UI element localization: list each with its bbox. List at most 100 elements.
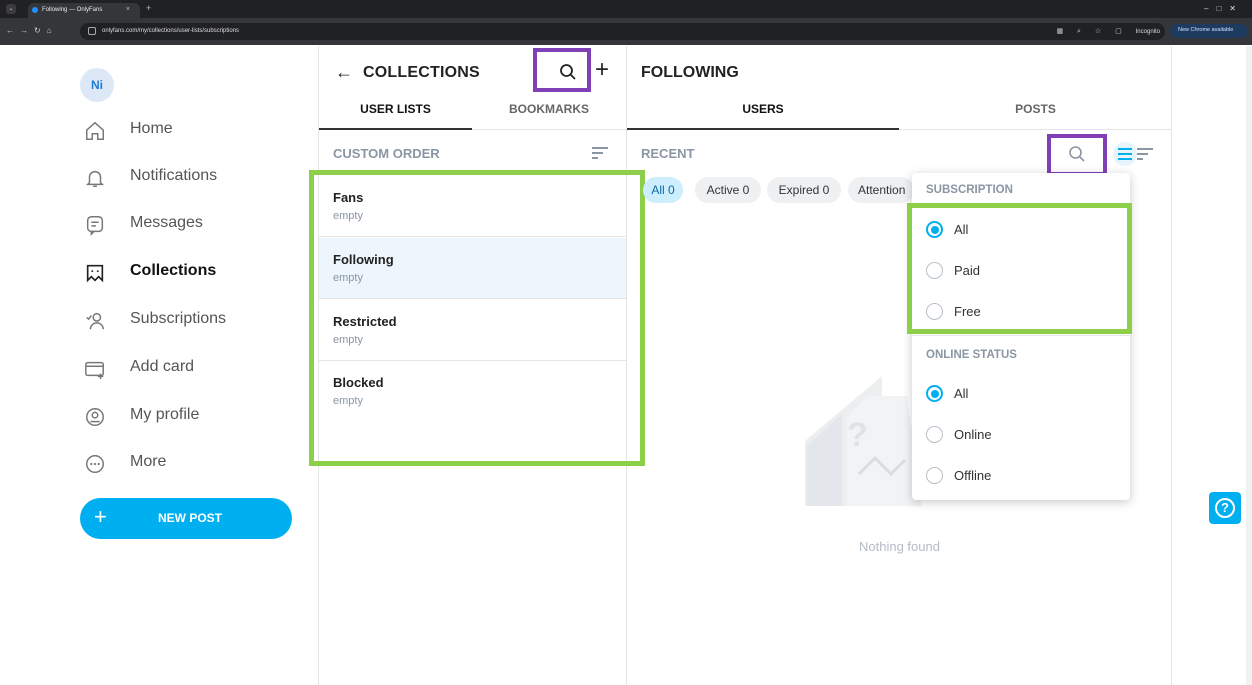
incognito-label: Incognito — [1135, 29, 1160, 35]
subscriptions-icon — [86, 312, 104, 330]
radio-button[interactable] — [926, 262, 943, 279]
radio-label: Offline — [954, 468, 992, 483]
tab-bar: ⌄ Following — OnlyFans × + –□✕ — [0, 0, 1252, 18]
list-status: empty — [333, 395, 363, 407]
custom-order-header: CUSTOM ORDER — [319, 131, 626, 175]
browser-tab[interactable]: Following — OnlyFans × — [28, 3, 140, 18]
radio-button[interactable] — [926, 467, 943, 484]
sidebar-item-notifications[interactable]: Notifications — [80, 163, 310, 193]
filter-chip-all[interactable]: All 0 — [643, 177, 683, 203]
site-info-icon[interactable] — [88, 27, 96, 35]
browser-chrome: ⌄ Following — OnlyFans × + –□✕ ←→↻⌂ only… — [0, 0, 1252, 45]
sidebar-item-label: Notifications — [130, 167, 218, 184]
tab-close-icon[interactable]: × — [126, 6, 130, 13]
tab-posts[interactable]: POSTS — [899, 102, 1172, 130]
add-list-button[interactable]: + — [595, 56, 609, 84]
card-icon — [85, 361, 104, 380]
back-arrow-icon[interactable]: ← — [335, 62, 353, 83]
radio-online-offline[interactable]: Offline — [926, 463, 1116, 489]
sidebar-item-home[interactable]: Home — [80, 116, 310, 146]
tab-users[interactable]: USERS — [627, 102, 899, 130]
profile-icon — [86, 408, 104, 426]
sort-label: CUSTOM ORDER — [333, 146, 440, 161]
collections-icon — [86, 264, 104, 283]
radio-button[interactable] — [926, 303, 943, 320]
new-post-button[interactable]: + NEW POST — [80, 498, 292, 539]
new-tab-button[interactable]: + — [146, 3, 151, 13]
tab-search-button[interactable]: ⌄ — [6, 4, 16, 14]
radio-label: Online — [954, 427, 992, 442]
new-post-label: NEW POST — [158, 511, 223, 525]
radio-subscription-paid[interactable]: Paid — [926, 258, 1116, 284]
dropdown-divider — [912, 335, 1130, 336]
list-item[interactable]: Blocked empty — [319, 361, 626, 422]
filter-icon[interactable] — [1113, 142, 1137, 166]
list-name: Following — [333, 252, 394, 267]
sidebar-item-add-card[interactable]: Add card — [80, 354, 310, 384]
list-name: Fans — [333, 190, 364, 205]
tab-user-lists[interactable]: USER LISTS — [319, 102, 472, 130]
address-bar-row: ←→↻⌂ onlyfans.com/my/collections/user-li… — [0, 18, 1252, 45]
toolbar-icons[interactable]: ▦ ⌕ ☆ ▢ Incognito — [1056, 27, 1160, 36]
nav-buttons[interactable]: ←→↻⌂ — [6, 26, 58, 35]
scrollbar[interactable] — [1246, 46, 1252, 685]
svg-text:?: ? — [847, 416, 868, 454]
sidebar-item-label: My profile — [130, 406, 200, 423]
home-icon — [86, 121, 104, 140]
subscription-heading: SUBSCRIPTION — [926, 184, 1013, 196]
following-tabs: USERS POSTS — [627, 102, 1172, 130]
sort-icon[interactable] — [1137, 148, 1153, 160]
sidebar-item-label: Subscriptions — [130, 310, 227, 327]
help-icon: ? — [1215, 498, 1235, 518]
new-chrome-available-button[interactable]: New Chrome available — [1170, 24, 1248, 38]
sort-label: RECENT — [641, 146, 695, 161]
list-item[interactable]: Following empty — [319, 238, 626, 299]
radio-button[interactable] — [926, 221, 943, 238]
sidebar-item-messages[interactable]: Messages — [80, 210, 310, 240]
sort-icon[interactable] — [592, 147, 608, 159]
sidebar-item-label: More — [130, 453, 167, 470]
sidebar-item-label: Collections — [130, 262, 217, 279]
radio-online-online[interactable]: Online — [926, 422, 1116, 448]
list-status: empty — [333, 334, 363, 346]
sidebar-item-subscriptions[interactable]: Subscriptions — [80, 306, 310, 336]
filter-chip-active[interactable]: Active 0 — [695, 177, 761, 203]
search-icon — [560, 64, 576, 80]
url-text: onlyfans.com/my/collections/user-lists/s… — [102, 28, 240, 34]
tab-bookmarks[interactable]: BOOKMARKS — [472, 102, 626, 130]
following-search-button[interactable] — [1047, 134, 1107, 176]
empty-state-text: Nothing found — [859, 539, 940, 554]
sidebar-item-collections[interactable]: Collections — [80, 258, 310, 288]
collections-search-button[interactable] — [533, 48, 591, 92]
plus-icon: + — [94, 504, 107, 529]
filter-chip-expired[interactable]: Expired 0 — [767, 177, 841, 203]
filter-dropdown: SUBSCRIPTION All Paid Free ONLINE STATUS… — [912, 173, 1130, 500]
list-item[interactable]: Fans empty — [319, 176, 626, 237]
list-status: empty — [333, 210, 363, 222]
page-title: COLLECTIONS — [363, 64, 480, 81]
following-title: FOLLOWING — [641, 64, 739, 81]
sidebar-item-label: Add card — [130, 358, 195, 375]
sidebar-item-label: Messages — [130, 214, 203, 231]
radio-label: Paid — [954, 263, 981, 278]
sidebar-item-my-profile[interactable]: My profile — [80, 402, 310, 432]
radio-button[interactable] — [926, 385, 943, 402]
onlyfans-favicon-icon — [32, 7, 38, 13]
avatar[interactable]: Ni — [80, 68, 114, 102]
radio-label: All — [954, 386, 969, 401]
radio-label: All — [954, 222, 969, 237]
help-button[interactable]: ? — [1209, 492, 1241, 524]
window-controls[interactable]: –□✕ — [1204, 4, 1244, 13]
list-name: Restricted — [333, 314, 397, 329]
radio-online-all[interactable]: All — [926, 381, 1116, 407]
list-item[interactable]: Restricted empty — [319, 300, 626, 361]
bell-icon — [85, 170, 105, 187]
filter-chip-attention[interactable]: Attention — [848, 177, 914, 203]
sidebar: Ni Home Notifications Messages Collectio… — [60, 46, 318, 685]
radio-subscription-all[interactable]: All — [926, 217, 1116, 243]
address-bar[interactable]: onlyfans.com/my/collections/user-lists/s… — [80, 23, 1165, 40]
radio-subscription-free[interactable]: Free — [926, 299, 1116, 325]
radio-button[interactable] — [926, 426, 943, 443]
sidebar-item-more[interactable]: More — [80, 449, 310, 479]
list-status: empty — [333, 272, 363, 284]
